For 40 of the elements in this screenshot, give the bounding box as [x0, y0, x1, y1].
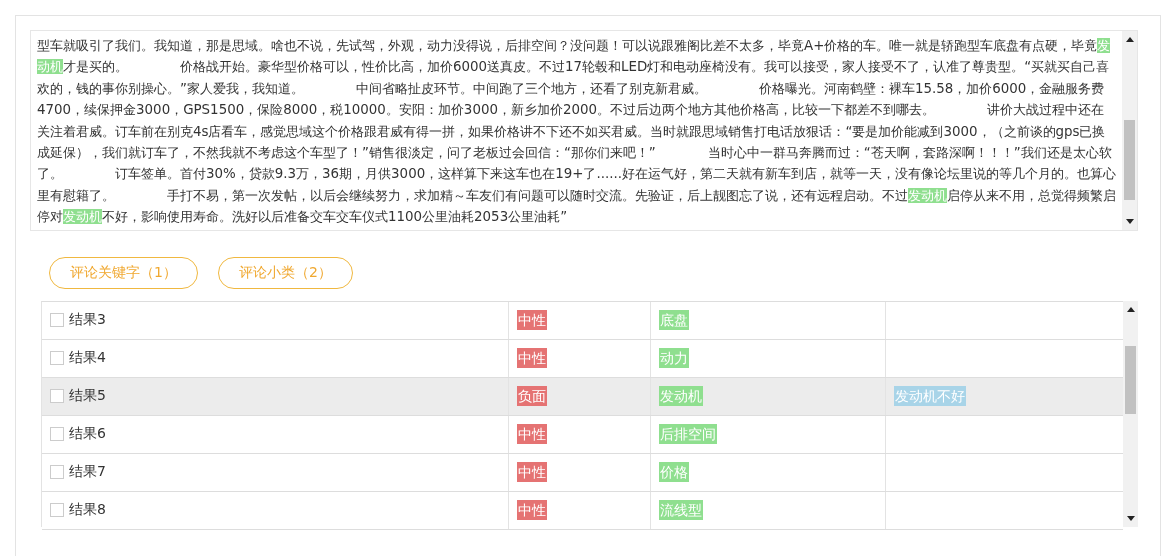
- keyword-tag: 价格: [659, 462, 689, 483]
- result-name: 结果4: [69, 349, 106, 368]
- result-name: 结果3: [69, 311, 106, 330]
- keyword-tag: 后排空间: [659, 424, 717, 445]
- result-name: 结果7: [69, 463, 106, 482]
- scroll-up-icon[interactable]: [1127, 306, 1135, 312]
- scrollbar-thumb[interactable]: [1124, 120, 1135, 200]
- scrollbar[interactable]: [1123, 300, 1138, 527]
- result-row[interactable]: 结果7 中性 价格: [42, 453, 1123, 492]
- keyword-tag: 流线型: [659, 500, 703, 521]
- scroll-down-icon[interactable]: [1127, 515, 1135, 521]
- scroll-up-icon[interactable]: [1126, 37, 1134, 42]
- review-paragraph: 型车就吸引了我们。我知道，那是思域。啥也不说，先试驾，外观，动力没得说，后排空间？没问题！可以说跟雅阁比差不太多，毕竟A+价格的车。唯一就是轿跑型车底盘有点硬，毕竟发动机才是买的。 价格战开始。豪华型价格可以，性价比高，加价6000送真皮。不过17轮毂和LED灯和电动座椅没有。我可以接受，家人接受不了，认准了尊贵型。“买就买自己喜欢的，钱的事你别操心。”家人爱我，我知道。 中间省略扯皮环节。中间跑了三个地方，还看了别克新君威。 价格曝光。河南鹤壁：裸车15.58，加价6000，金融服务费4700，续保押金3000，GPS1500，保险8000，税10000。安阳：加价3000，新乡加价2000。不过后边两个地方其他价格高，比较一下都差不到哪去。 讲价大战过程中还在关注着君威。订车前在别克4s店看车，感觉思域这个价格跟君威有得一拼，如果价格讲不下还不如买君威。当时就跟思域销售打电话放狠话：“要是加价能减到3000，（之前谈的gps已换成延保），我们就订车了，不然我就不考虑这个车型了！”销售很淡定，问了老板过会回信：“那你们来吧！” 当时心中一群马奔腾而过：“苍天啊，套路深啊！！！”我们还是太心软了。 订车签单。首付30%，贷款9.3万，36期，月供3000，这样算下来这车也在19+了......好在运气好，第二天就有新车到店，就等一天，没有像论坛里说的等几个月的。也算心里有慰籍了。 手打不易，第一次发帖，以后会继续努力，求加精～车友们有问题可以随时交流。先验证，后上靓图忘了说，还有远程启动。不过发动机启停从来不用，总觉得频繁启停对发动机不好，影响使用寿命。洗好以后准备交车交车仪式1100公里油耗2053公里油耗”: [36, 37, 1117, 227]
- keyword-tag: 动力: [659, 348, 689, 369]
- sentiment-tag: 中性: [517, 310, 547, 331]
- keyword-tag: 发动机: [659, 386, 703, 407]
- sentiment-tag: 负面: [517, 386, 547, 407]
- result-row[interactable]: 结果5 负面 发动机 发动机不好: [42, 377, 1123, 416]
- checkbox[interactable]: [50, 427, 64, 442]
- keyword-tag: 底盘: [659, 310, 689, 331]
- checkbox[interactable]: [50, 503, 64, 518]
- checkbox[interactable]: [50, 313, 64, 328]
- result-row[interactable]: 结果3 中性 底盘: [42, 301, 1123, 340]
- checkbox[interactable]: [50, 351, 64, 366]
- scrollbar[interactable]: [1122, 31, 1137, 230]
- sentiment-tag: 中性: [517, 348, 547, 369]
- opinion-tag: 发动机不好: [894, 386, 966, 407]
- scroll-down-icon[interactable]: [1126, 218, 1134, 224]
- result-name: 结果5: [69, 387, 106, 406]
- result-row[interactable]: 结果4 中性 动力: [42, 339, 1123, 378]
- checkbox[interactable]: [50, 389, 64, 404]
- result-row[interactable]: 结果6 中性 后排空间: [42, 415, 1123, 454]
- sentiment-tag: 中性: [517, 424, 547, 445]
- checkbox[interactable]: [50, 465, 64, 480]
- result-name: 结果8: [69, 501, 106, 520]
- result-name: 结果6: [69, 425, 106, 444]
- sentiment-tag: 中性: [517, 500, 547, 521]
- scrollbar-thumb[interactable]: [1125, 345, 1136, 414]
- result-row[interactable]: 结果8 中性 流线型: [42, 491, 1123, 530]
- sentiment-tag: 中性: [517, 462, 547, 483]
